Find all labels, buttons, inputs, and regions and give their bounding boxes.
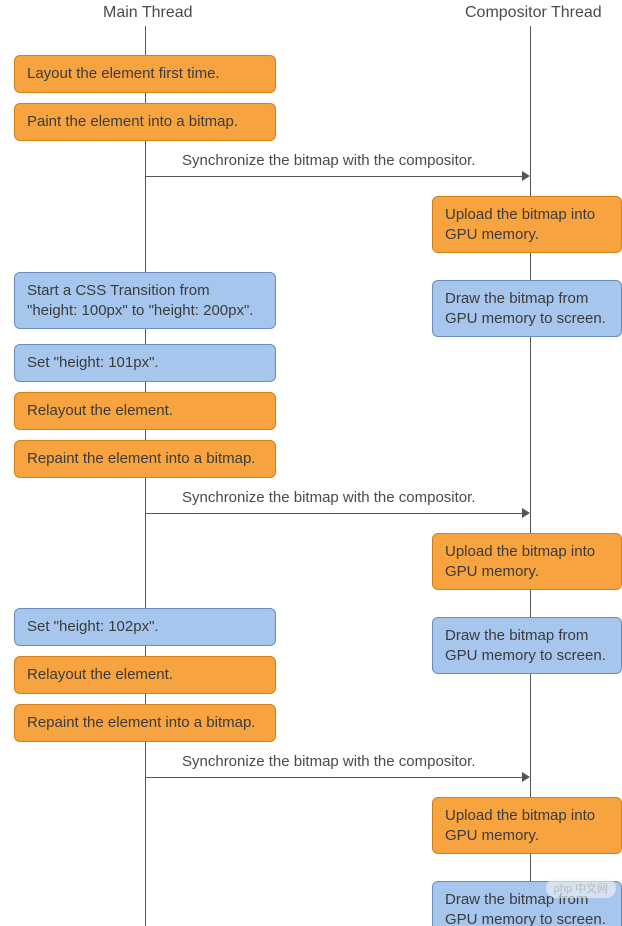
watermark: php 中文网 (546, 878, 616, 898)
compositor-thread-lifeline (530, 26, 531, 926)
sync-label-2: Synchronize the bitmap with the composit… (182, 489, 475, 506)
sync-arrowhead-2 (522, 508, 530, 518)
sequence-diagram: Main Thread Compositor Thread Layout the… (0, 0, 622, 926)
repaint-box-2: Repaint the element into a bitmap. (14, 704, 276, 742)
sync-label-1: Synchronize the bitmap with the composit… (182, 152, 475, 169)
start-transition-box: Start a CSS Transition from "height: 100… (14, 272, 276, 329)
repaint-box-1: Repaint the element into a bitmap. (14, 440, 276, 478)
set-102-box: Set "height: 102px". (14, 608, 276, 646)
upload-gpu-box-1: Upload the bitmap into GPU memory. (432, 196, 622, 253)
main-thread-heading: Main Thread (103, 4, 193, 22)
sync-arrowhead-1 (522, 171, 530, 181)
upload-gpu-box-3: Upload the bitmap into GPU memory. (432, 797, 622, 854)
relayout-box-1: Relayout the element. (14, 392, 276, 430)
compositor-thread-heading: Compositor Thread (465, 4, 602, 22)
layout-first-time-box: Layout the element first time. (14, 55, 276, 93)
draw-screen-box-2: Draw the bitmap from GPU memory to scree… (432, 617, 622, 674)
set-101-box: Set "height: 101px". (14, 344, 276, 382)
sync-label-3: Synchronize the bitmap with the composit… (182, 753, 475, 770)
sync-arrow-2 (146, 513, 524, 514)
sync-arrow-3 (146, 777, 524, 778)
sync-arrow-1 (146, 176, 524, 177)
upload-gpu-box-2: Upload the bitmap into GPU memory. (432, 533, 622, 590)
sync-arrowhead-3 (522, 772, 530, 782)
paint-bitmap-box: Paint the element into a bitmap. (14, 103, 276, 141)
draw-screen-box-1: Draw the bitmap from GPU memory to scree… (432, 280, 622, 337)
relayout-box-2: Relayout the element. (14, 656, 276, 694)
